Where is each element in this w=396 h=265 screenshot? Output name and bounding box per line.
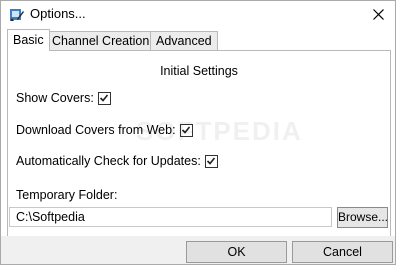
checkmark-icon (207, 157, 216, 165)
temp-folder-label: Temporary Folder: (16, 188, 118, 202)
close-icon (372, 9, 384, 20)
check-updates-checkbox[interactable] (204, 154, 218, 168)
title-bar: Options... (1, 1, 395, 28)
options-window: Options... Basic Channel Creation Advanc… (0, 0, 396, 265)
dialog-footer: OK Cancel (1, 236, 395, 264)
ok-button[interactable]: OK (186, 241, 287, 263)
tab-advanced[interactable]: Advanced (150, 31, 218, 50)
window-title: Options... (30, 6, 86, 21)
browse-button[interactable]: Browse... (337, 207, 388, 228)
show-covers-row: Show Covers: (16, 91, 111, 105)
check-updates-row: Automatically Check for Updates: (16, 154, 218, 168)
cancel-button[interactable]: Cancel (292, 241, 393, 263)
tab-channel-creation[interactable]: Channel Creation (46, 31, 156, 50)
close-button[interactable] (361, 1, 395, 28)
show-covers-label: Show Covers: (16, 91, 94, 105)
section-title: Initial Settings (160, 64, 238, 78)
app-icon (8, 6, 25, 23)
checkmark-icon (100, 94, 109, 102)
watermark: SOFTPEDIA (136, 116, 303, 146)
check-updates-label: Automatically Check for Updates: (16, 154, 201, 168)
temp-folder-input[interactable] (9, 207, 332, 227)
show-covers-checkbox[interactable] (97, 91, 111, 105)
tab-basic[interactable]: Basic (7, 29, 50, 51)
